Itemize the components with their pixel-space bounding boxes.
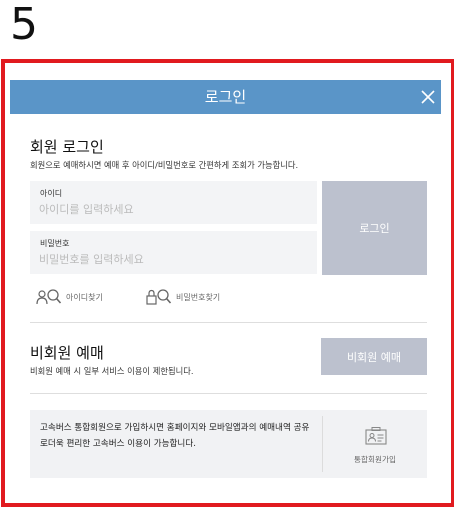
user-id-input[interactable] xyxy=(39,200,309,218)
integrated-membership-text: 고속버스 통합회원으로 가입하시면 홈페이지와 모바일앱과의 예매내역 공유로더… xyxy=(40,423,310,449)
password-label: 비밀번호 xyxy=(40,239,70,248)
id-card-icon xyxy=(365,427,387,445)
section-divider xyxy=(30,322,427,323)
login-modal: 로그인 회원 로그인 회원으로 예매하시면 예매 후 아이디/비밀번호로 간편하… xyxy=(10,80,442,494)
modal-header: 로그인 xyxy=(10,80,441,114)
user-id-field[interactable]: 아이디 xyxy=(30,181,317,224)
find-password-link[interactable]: 비밀번호찾기 xyxy=(146,288,220,306)
user-id-label: 아이디 xyxy=(40,189,63,198)
password-input[interactable] xyxy=(39,250,309,268)
find-id-label: 아이디찾기 xyxy=(66,292,103,302)
integrated-join-link[interactable]: 통합회원가입 xyxy=(323,410,427,478)
step-number-annotation: 5 xyxy=(10,0,38,50)
lock-search-icon xyxy=(146,289,172,305)
guest-booking-heading: 비회원 예매 xyxy=(30,344,104,362)
modal-title: 로그인 xyxy=(204,88,247,106)
close-button[interactable] xyxy=(416,80,440,114)
guest-booking-description: 비회원 예매 시 일부 서비스 이용이 제한됩니다. xyxy=(30,366,194,376)
integrated-join-label: 통합회원가입 xyxy=(354,455,396,464)
login-button[interactable]: 로그인 xyxy=(322,181,427,275)
section-divider xyxy=(30,393,427,394)
integrated-membership-banner: 고속버스 통합회원으로 가입하시면 홈페이지와 모바일앱과의 예매내역 공유로더… xyxy=(30,410,427,478)
guest-booking-button[interactable]: 비회원 예매 xyxy=(321,338,427,375)
member-login-heading: 회원 로그인 xyxy=(30,138,104,156)
password-field[interactable]: 비밀번호 xyxy=(30,231,317,274)
user-search-icon xyxy=(36,289,62,305)
find-id-link[interactable]: 아이디찾기 xyxy=(36,288,103,306)
find-password-label: 비밀번호찾기 xyxy=(176,292,221,302)
close-icon xyxy=(421,90,435,104)
member-login-description: 회원으로 예매하시면 예매 후 아이디/비밀번호로 간편하게 조회가 가능합니다… xyxy=(30,160,299,170)
